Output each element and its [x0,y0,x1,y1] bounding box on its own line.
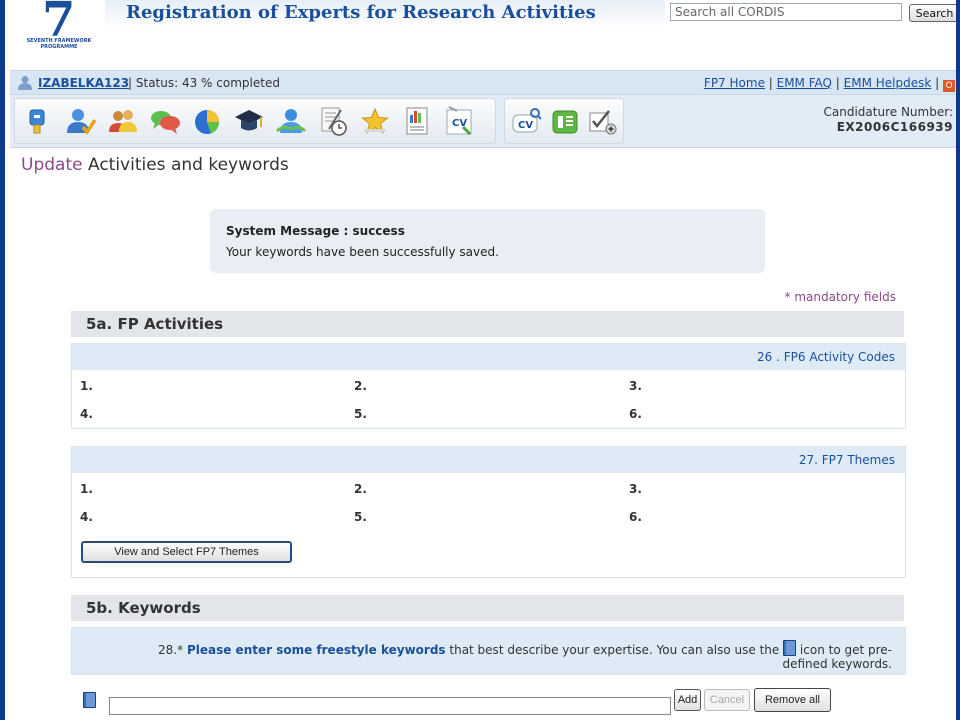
status-bar: IZABELKA123 | Status: 43 % completed FP7… [10,70,956,95]
remove-all-keywords-button[interactable]: Remove all [754,688,831,712]
keywords-prompt-number: 28.* [158,643,184,657]
status-separator: | [128,76,133,90]
cv-view-label: CV [518,120,533,131]
fp7-item-3: 3. [629,482,642,496]
fp6-item-2: 2. [354,379,367,393]
statistics-icon[interactable] [401,105,433,137]
fp6-item-4: 4. [80,407,93,421]
fp7-home-link[interactable]: FP7 Home [704,76,765,90]
fp6-item-6: 6. [629,407,642,421]
logo-text: SEVENTH FRAMEWORK PROGRAMME [26,38,92,50]
section-5a-header: 5a. FP Activities [71,311,904,337]
personal-data-icon[interactable] [65,105,97,137]
contact-icon[interactable] [107,105,139,137]
star-icon[interactable] [359,105,391,137]
summary-icon[interactable] [549,105,581,137]
browser-frame: 7 SEVENTH FRAMEWORK PROGRAMME Registrati… [0,0,960,720]
submit-icon[interactable] [587,105,619,137]
fp7-item-4: 4. [80,510,93,524]
cv-view-icon[interactable]: CV [511,105,543,137]
fp7-logo[interactable]: 7 SEVENTH FRAMEWORK PROGRAMME [24,0,94,56]
keywords-prompt-bold: Please enter some freestyle keywords [186,643,446,657]
site-header: 7 SEVENTH FRAMEWORK PROGRAMME Registrati… [10,0,956,70]
fp7-item-5: 5. [354,510,367,524]
cancel-keyword-button[interactable]: Cancel [704,689,750,711]
predefined-keywords-icon[interactable] [83,692,96,708]
keywords-prompt: 28.* Please enter some freestyle keyword… [129,640,892,671]
activities-icon[interactable] [191,105,223,137]
fp7-panel-title: 27. FP7 Themes [798,453,895,467]
section-5a-title: 5a. FP Activities [86,315,224,333]
page-title-text: Activities and keywords [82,155,289,175]
page-title: Update Activities and keywords [21,155,289,175]
fp7-item-6: 6. [629,510,642,524]
cv-upload-icon[interactable]: CV [443,105,475,137]
emm-helpdesk-link[interactable]: EMM Helpdesk [844,76,932,90]
fp7-panel-header: 27. FP7 Themes [72,447,905,473]
site-title: Registration of Experts for Research Act… [126,2,596,23]
view-select-fp7-themes-button[interactable]: View and Select FP7 Themes [81,541,292,563]
fp6-panel-header: 26 . FP6 Activity Codes [72,344,905,370]
logout-icon[interactable]: O [943,80,955,92]
fp7-themes-panel: 27. FP7 Themes 1. 2. 3. 4. 5. 6. View an… [71,446,906,578]
emm-faq-link[interactable]: EMM FAQ [777,76,832,90]
keyword-input[interactable] [109,697,671,715]
publications-icon[interactable] [317,105,349,137]
completion-status: | Status: 43 % completed [128,76,280,90]
fp7-item-1: 1. [80,482,93,496]
fp7-item-2: 2. [354,482,367,496]
system-message: System Message : success Your keywords h… [210,209,765,273]
languages-icon[interactable] [149,105,181,137]
section-5b-header: 5b. Keywords [71,595,904,621]
system-message-text: Your keywords have been successfully sav… [226,245,499,259]
system-message-title: System Message : success [226,224,405,238]
fp6-activity-codes-panel: 26 . FP6 Activity Codes 1. 2. 3. 4. 5. 6… [71,343,906,429]
toolbar-main-group: CV [14,98,496,144]
education-icon[interactable] [233,105,265,137]
professional-experience-icon[interactable] [275,105,307,137]
candidature-info: Candidature Number: EX2006C166939 [824,105,953,135]
mandatory-note: * mandatory fields [784,290,896,304]
username-link[interactable]: IZABELKA123 [38,76,129,90]
fp6-item-3: 3. [629,379,642,393]
top-links: FP7 Home | EMM FAQ | EMM Helpdesk | O [704,76,955,92]
fp6-item-1: 1. [80,379,93,393]
user-icon [18,76,32,90]
add-keyword-button[interactable]: Add [674,689,701,711]
fp6-item-5: 5. [354,407,367,421]
identification-icon[interactable] [21,105,53,137]
dictionary-book-icon [783,640,797,656]
status-label: Status: 43 % completed [135,76,280,90]
section-5b-title: 5b. Keywords [86,599,201,617]
keywords-instructions: 28.* Please enter some freestyle keyword… [71,627,906,675]
search-input[interactable] [670,3,902,21]
page-title-prefix: Update [21,155,83,175]
keywords-prompt-end: icon to get pre-defined keywords. [782,643,892,671]
candidature-label: Candidature Number: [823,105,953,119]
navigation-toolbar: CV CV Candidature Number: EX2006C166939 [10,94,956,148]
candidature-number: EX2006C166939 [836,120,953,134]
toolbar-secondary-group: CV [504,98,624,144]
keywords-prompt-rest: that best describe your expertise. You c… [445,643,784,657]
fp6-panel-title: 26 . FP6 Activity Codes [757,350,895,364]
search-button[interactable]: Search [909,4,956,22]
